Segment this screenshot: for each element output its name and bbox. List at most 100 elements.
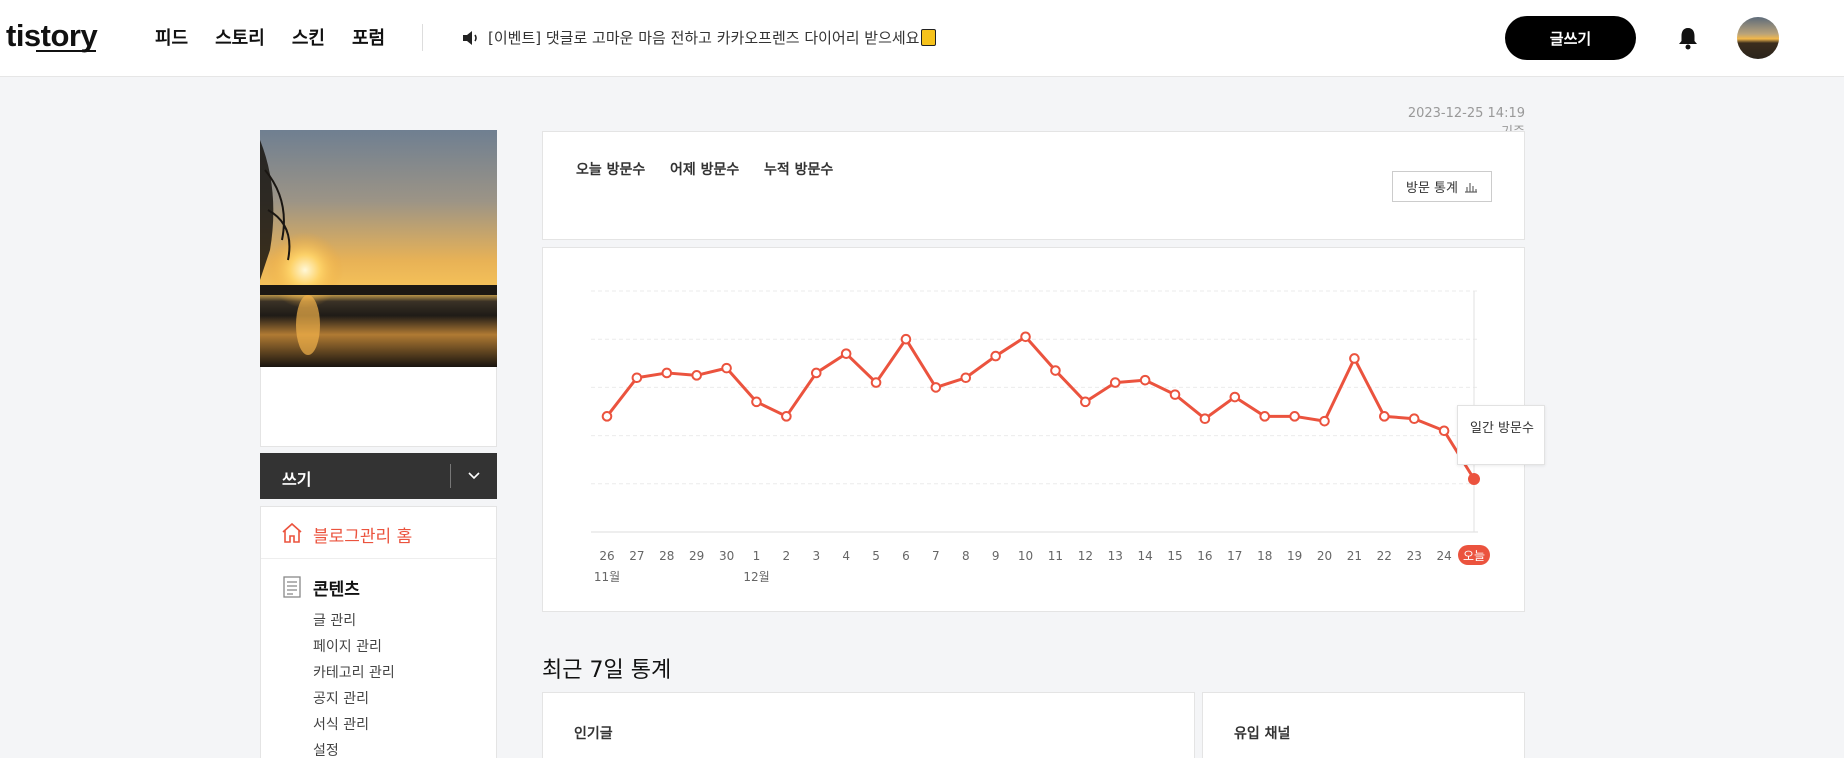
data-point [1259, 411, 1271, 422]
nav-divider [422, 24, 423, 51]
data-point [781, 411, 792, 422]
diary-emoji-icon [921, 29, 937, 46]
x-tick-label: 3 [812, 549, 820, 563]
admin-menu: 블로그관리 홈 콘텐츠 글 관리 페이지 관리 카테고리 관리 공지 관리 서식… [260, 506, 497, 758]
data-point [1229, 391, 1241, 403]
data-point [661, 367, 673, 379]
x-tick-label: 22 [1377, 549, 1392, 563]
x-tick-label: 24 [1436, 549, 1451, 563]
home-icon [282, 522, 302, 543]
x-tick-label: 15 [1167, 549, 1182, 563]
speaker-icon [463, 30, 477, 45]
chart-tooltip: 일간 방문수 [1457, 405, 1545, 465]
x-tick-label: 23 [1407, 549, 1422, 563]
menu-home-label: 블로그관리 홈 [313, 527, 413, 547]
data-point [631, 372, 643, 384]
data-point [900, 333, 912, 345]
month-label: 11월 [594, 570, 620, 584]
data-point [870, 377, 882, 388]
submenu-page-manage[interactable]: 페이지 관리 [313, 634, 395, 660]
data-point [1020, 331, 1031, 343]
x-tick-label: 오늘 [1463, 549, 1485, 563]
event-notice[interactable]: [이벤트] 댓글로 고마운 마음 전하고 카카오프렌즈 다이어리 받으세요 [462, 27, 937, 48]
document-icon [283, 576, 301, 598]
data-point [990, 350, 1001, 362]
data-point [1438, 425, 1450, 437]
data-point [1109, 377, 1121, 388]
submenu-category-manage[interactable]: 카테고리 관리 [313, 660, 395, 686]
month-label: 12월 [743, 570, 769, 584]
data-point [960, 372, 972, 384]
series-line [605, 335, 1476, 480]
x-tick-label: 11 [1048, 549, 1063, 563]
menu-section-contents[interactable]: 콘텐츠 [313, 575, 360, 600]
data-point [1468, 472, 1480, 485]
menu-blog-admin-home[interactable]: 블로그관리 홈 [261, 507, 496, 559]
daily-visits-chart: 26 27 28 29 30 1 2 3 4 5 6 7 8 9 10 11 12 13 14 15 16 17 18 19 2… [542, 247, 1545, 612]
submenu-notice-manage[interactable]: 공지 관리 [313, 686, 395, 712]
notice-text: [이벤트] 댓글로 고마운 마음 전하고 카카오프렌즈 다이어리 받으세요 [488, 29, 920, 47]
data-point [1050, 365, 1061, 376]
x-tick-label: 18 [1257, 549, 1272, 563]
data-point [721, 362, 732, 374]
nav-skin[interactable]: 스킨 [292, 24, 325, 50]
x-tick-label: 12 [1078, 549, 1093, 563]
data-point [1349, 353, 1360, 364]
write-bar: 쓰기 [260, 453, 497, 499]
x-tick-label: 6 [902, 549, 910, 563]
recent-7-days-title: 최근 7일 통계 [542, 658, 672, 683]
data-point [1319, 415, 1330, 427]
write-bar-label[interactable]: 쓰기 [282, 466, 311, 490]
x-tick-label: 10 [1018, 549, 1033, 563]
inflow-channel-title: 유입 채널 [1234, 726, 1291, 742]
visit-stats-button[interactable]: 방문 통계 [1392, 171, 1492, 202]
main-nav: 피드 스토리 스킨 포럼 [155, 24, 412, 50]
data-point [1199, 413, 1211, 425]
data-point [930, 382, 942, 393]
contents-submenu: 글 관리 페이지 관리 카테고리 관리 공지 관리 서식 관리 설정 [313, 608, 395, 758]
user-avatar[interactable] [1737, 17, 1779, 59]
data-point [1289, 411, 1300, 422]
submenu-post-manage[interactable]: 글 관리 [313, 608, 395, 634]
x-tick-label: 28 [659, 549, 674, 563]
nav-forum[interactable]: 포럼 [352, 24, 385, 50]
nav-story[interactable]: 스토리 [215, 24, 265, 50]
x-tick-label: 20 [1317, 549, 1332, 563]
write-post-button[interactable]: 글쓰기 [1505, 16, 1636, 60]
x-tick-label: 5 [872, 549, 880, 563]
write-bar-divider [450, 464, 451, 488]
data-point [1080, 396, 1091, 408]
tab-today-visits[interactable]: 오늘 방문수 [576, 159, 645, 179]
tistory-logo[interactable]: tistory [6, 18, 98, 54]
data-point [810, 367, 822, 379]
data-point [1408, 413, 1420, 425]
x-tick-label: 14 [1137, 549, 1152, 563]
data-point [691, 370, 702, 381]
x-tick-label: 21 [1347, 549, 1362, 563]
tab-yesterday-visits[interactable]: 어제 방문수 [670, 159, 739, 179]
blog-profile-image[interactable] [260, 130, 497, 368]
chevron-down-icon[interactable] [466, 467, 482, 483]
x-tick-label: 19 [1287, 549, 1302, 563]
data-point [1169, 389, 1181, 400]
bell-icon[interactable] [1677, 26, 1699, 50]
sunset-photo [260, 130, 497, 368]
visit-stats-label: 방문 통계 [1406, 181, 1458, 196]
line-chart-svg: 26 27 28 29 30 1 2 3 4 5 6 7 8 9 10 11 12 13 14 15 16 17 18 19 2… [591, 290, 1490, 584]
top-header: tistory 피드 스토리 스킨 포럼 [이벤트] 댓글로 고마운 마음 전하… [0, 0, 1844, 77]
submenu-settings[interactable]: 설정 [313, 738, 395, 758]
nav-feed[interactable]: 피드 [155, 24, 188, 50]
submenu-template-manage[interactable]: 서식 관리 [313, 712, 395, 738]
x-tick-label: 8 [962, 549, 970, 563]
logo-underline [36, 50, 96, 52]
data-point [751, 396, 762, 408]
popular-posts-title: 인기글 [574, 726, 613, 742]
x-tick-label: 13 [1108, 549, 1123, 563]
tab-total-visits[interactable]: 누적 방문수 [764, 159, 833, 179]
data-point [1379, 411, 1390, 422]
x-tick-label: 1 [753, 549, 761, 563]
x-tick-label: 17 [1227, 549, 1242, 563]
data-point [601, 411, 613, 422]
x-tick-label: 4 [842, 549, 850, 563]
visit-tabs-card: 오늘 방문수 어제 방문수 누적 방문수 방문 통계 [542, 131, 1525, 240]
